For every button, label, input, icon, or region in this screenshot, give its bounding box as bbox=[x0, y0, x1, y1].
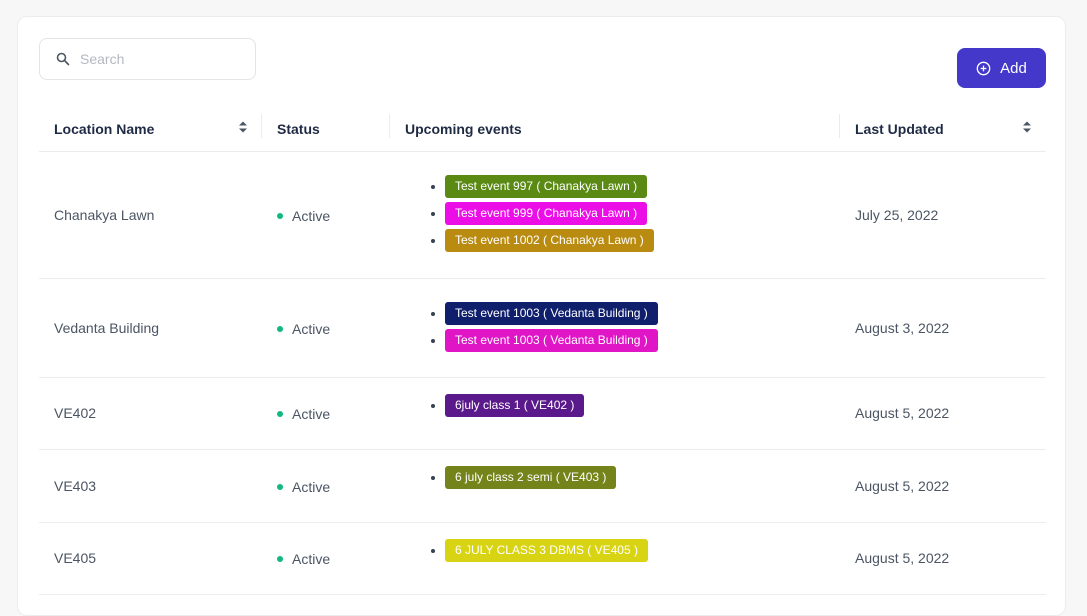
last-updated-cell: August 3, 2022 bbox=[840, 278, 1046, 378]
events-cell: 6 july class 2 semi ( VE403 ) bbox=[390, 449, 840, 523]
status-cell: Active bbox=[262, 278, 390, 378]
table-row[interactable]: Vedanta Building Active Test event 1003 … bbox=[39, 278, 1046, 378]
add-button-label: Add bbox=[1000, 59, 1027, 77]
status-label: Active bbox=[292, 207, 331, 224]
last-updated-cell: August 5, 2022 bbox=[840, 377, 1046, 450]
table-row[interactable]: VE402 Active 6july class 1 ( VE402 ) Aug… bbox=[39, 377, 1046, 450]
event-tag[interactable]: Test event 1002 ( Chanakya Lawn ) bbox=[445, 229, 654, 252]
status-badge: Active bbox=[277, 321, 330, 337]
column-header-label: Upcoming events bbox=[405, 121, 522, 138]
last-updated-cell: August 5, 2022 bbox=[840, 522, 1046, 595]
list-item: Test event 997 ( Chanakya Lawn ) bbox=[445, 175, 840, 198]
events-cell: 6 JULY CLASS 3 DBMS ( VE405 ) bbox=[390, 522, 840, 595]
location-name-cell: VE403 bbox=[39, 449, 262, 523]
list-item: Test event 1003 ( Vedanta Building ) bbox=[445, 328, 840, 352]
location-name-cell: VE402 bbox=[39, 377, 262, 450]
status-badge: Active bbox=[277, 551, 330, 567]
events-list: Test event 1003 ( Vedanta Building ) Tes… bbox=[405, 301, 840, 352]
events-list: 6july class 1 ( VE402 ) bbox=[405, 393, 840, 417]
search-icon bbox=[56, 52, 70, 66]
table-header-row: Location Name Status Upcoming events Las… bbox=[39, 108, 1046, 152]
column-header-label: Last Updated bbox=[855, 121, 944, 138]
last-updated-cell: August 5, 2022 bbox=[840, 449, 1046, 523]
events-cell: Test event 997 ( Chanakya Lawn ) Test ev… bbox=[390, 151, 840, 279]
status-dot-icon bbox=[277, 212, 283, 219]
status-dot-icon bbox=[277, 556, 283, 562]
locations-card: Add Location Name Status Upcomin bbox=[17, 16, 1066, 616]
list-item: Test event 1003 ( Vedanta Building ) bbox=[445, 301, 840, 325]
status-dot-icon bbox=[277, 483, 283, 490]
column-header-last-updated[interactable]: Last Updated bbox=[840, 108, 1046, 152]
event-tag[interactable]: Test event 1003 ( Vedanta Building ) bbox=[445, 328, 658, 352]
event-tag[interactable]: Test event 997 ( Chanakya Lawn ) bbox=[445, 175, 648, 198]
events-list: 6 july class 2 semi ( VE403 ) bbox=[405, 466, 840, 489]
status-label: Active bbox=[292, 551, 331, 567]
event-tag[interactable]: Test event 1003 ( Vedanta Building ) bbox=[445, 301, 658, 325]
column-header-location-name[interactable]: Location Name bbox=[39, 108, 262, 152]
list-item: 6 july class 2 semi ( VE403 ) bbox=[445, 466, 840, 489]
table-row[interactable]: VE403 Active 6 july class 2 semi ( VE403… bbox=[39, 449, 1046, 523]
location-name-cell: VE405 bbox=[39, 522, 262, 595]
status-label: Active bbox=[292, 320, 331, 337]
table-row[interactable]: Chanakya Lawn Active Test event 997 ( Ch… bbox=[39, 151, 1046, 279]
locations-table: Location Name Status Upcoming events Las… bbox=[39, 108, 1046, 595]
status-cell: Active bbox=[262, 522, 390, 595]
list-item: 6july class 1 ( VE402 ) bbox=[445, 393, 840, 417]
last-updated-cell: July 25, 2022 bbox=[840, 151, 1046, 279]
status-cell: Active bbox=[262, 449, 390, 523]
column-header-label: Location Name bbox=[54, 121, 155, 138]
location-name-cell: Chanakya Lawn bbox=[39, 151, 262, 279]
status-cell: Active bbox=[262, 151, 390, 279]
events-cell: 6july class 1 ( VE402 ) bbox=[390, 377, 840, 450]
column-header-label: Status bbox=[277, 121, 320, 138]
column-header-status: Status bbox=[262, 108, 390, 152]
status-badge: Active bbox=[277, 406, 330, 422]
status-badge: Active bbox=[277, 479, 330, 495]
table-row[interactable]: VE405 Active 6 JULY CLASS 3 DBMS ( VE405… bbox=[39, 522, 1046, 595]
status-badge: Active bbox=[277, 208, 330, 224]
search-box[interactable] bbox=[39, 38, 256, 80]
status-cell: Active bbox=[262, 377, 390, 450]
event-tag[interactable]: 6 JULY CLASS 3 DBMS ( VE405 ) bbox=[445, 538, 648, 562]
location-name-cell: Vedanta Building bbox=[39, 278, 262, 378]
event-tag[interactable]: Test event 999 ( Chanakya Lawn ) bbox=[445, 202, 648, 225]
sort-icon[interactable] bbox=[238, 120, 248, 134]
list-item: Test event 1002 ( Chanakya Lawn ) bbox=[445, 229, 840, 252]
status-dot-icon bbox=[277, 325, 283, 332]
search-input[interactable] bbox=[80, 51, 240, 67]
status-label: Active bbox=[292, 478, 331, 495]
events-cell: Test event 1003 ( Vedanta Building ) Tes… bbox=[390, 278, 840, 378]
list-item: 6 JULY CLASS 3 DBMS ( VE405 ) bbox=[445, 538, 840, 562]
events-list: Test event 997 ( Chanakya Lawn ) Test ev… bbox=[405, 175, 840, 252]
event-tag[interactable]: 6 july class 2 semi ( VE403 ) bbox=[445, 466, 617, 489]
plus-circle-icon bbox=[976, 61, 991, 76]
status-label: Active bbox=[292, 406, 331, 422]
status-dot-icon bbox=[277, 411, 283, 417]
events-list: 6 JULY CLASS 3 DBMS ( VE405 ) bbox=[405, 538, 840, 562]
event-tag[interactable]: 6july class 1 ( VE402 ) bbox=[445, 393, 585, 417]
add-button[interactable]: Add bbox=[957, 48, 1046, 88]
list-item: Test event 999 ( Chanakya Lawn ) bbox=[445, 202, 840, 225]
sort-icon[interactable] bbox=[1022, 120, 1032, 134]
column-header-upcoming-events: Upcoming events bbox=[390, 108, 840, 152]
